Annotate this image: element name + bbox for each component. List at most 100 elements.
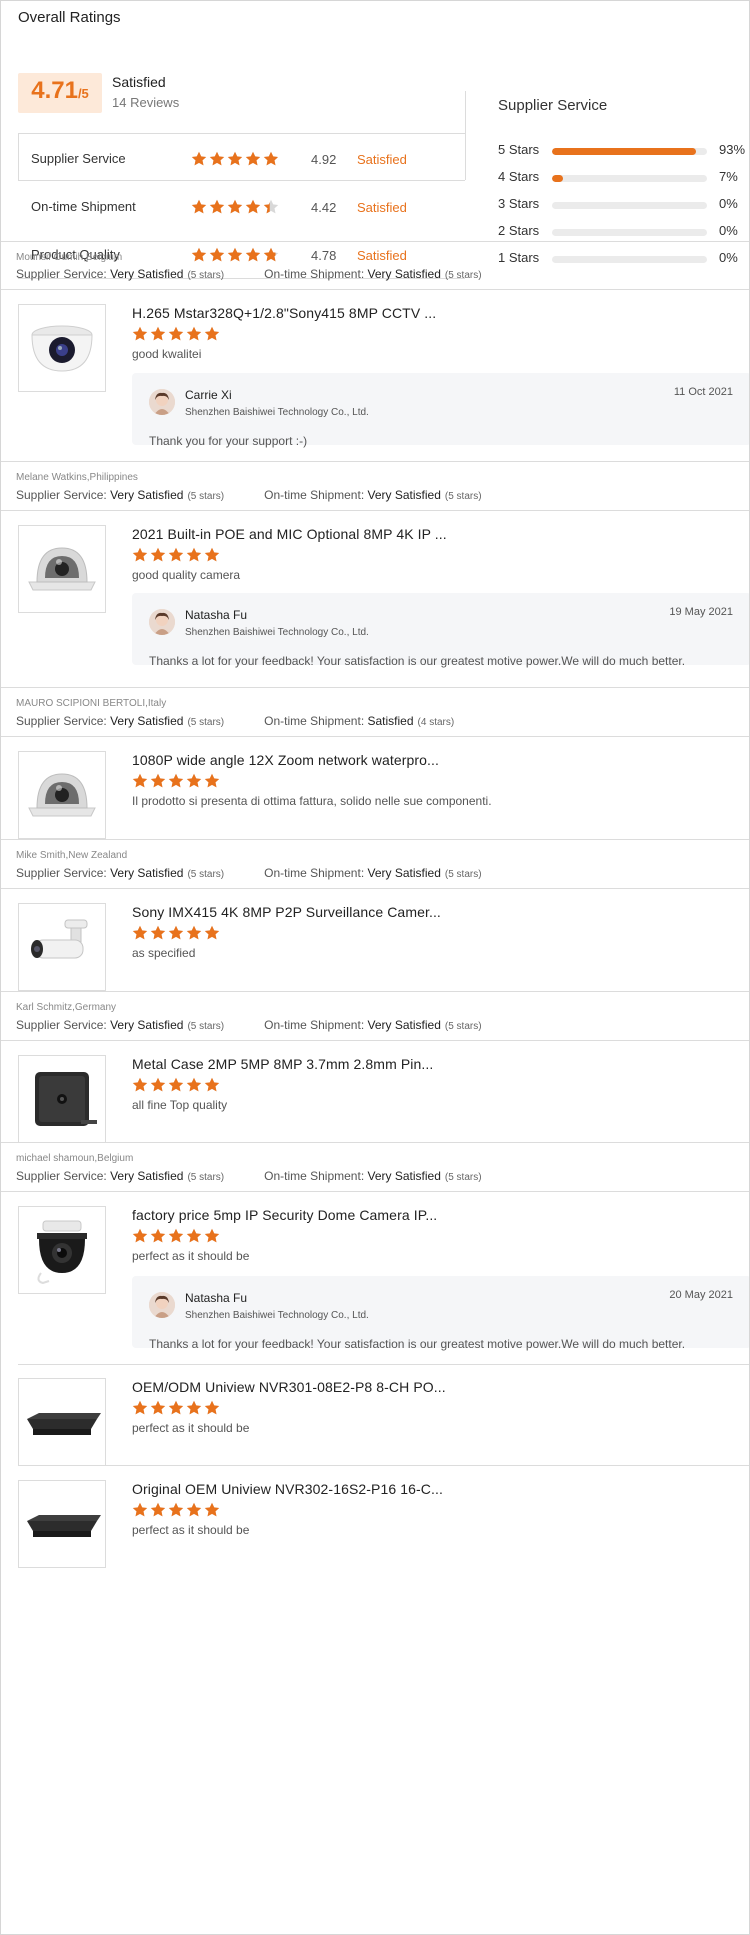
reply-company: Shenzhen Baishiwei Technology Co., Ltd. [185,1310,369,1321]
product-name-link[interactable]: OEM/ODM Uniview NVR301-08E2-P8 8-CH PO..… [132,1379,446,1395]
review-divider [1,241,749,242]
product-thumbnail[interactable] [18,304,106,392]
star-icon [191,151,207,167]
ontime-shipment-label: On-time Shipment: [264,714,365,728]
star-icon [168,326,184,342]
product-name-link[interactable]: Sony IMX415 4K 8MP P2P Surveillance Came… [132,904,441,920]
reply-author: Natasha Fu [185,608,248,622]
star-bar-track [552,229,707,236]
product-thumbnail[interactable] [18,903,106,991]
reply-date: 20 May 2021 [669,1289,733,1301]
star-icon [263,151,279,167]
ontime-shipment-stars: (5 stars) [444,491,482,502]
star-icon [186,1077,202,1093]
product-rating [132,1400,220,1419]
divider [465,91,466,133]
star-icon [168,1228,184,1244]
review-divider [1,839,749,840]
product-divider [18,1364,749,1365]
sub-rating-name: On-time Shipment [31,199,136,214]
reviewer-name: Mike Smith,New Zealand [16,850,128,861]
product-name-link[interactable]: Original OEM Uniview NVR302-16S2-P16 16-… [132,1481,443,1497]
star-bar-track [552,175,707,182]
star-icon [263,199,279,215]
reply-author: Carrie Xi [185,388,232,402]
product-name-link[interactable]: Metal Case 2MP 5MP 8MP 3.7mm 2.8mm Pin..… [132,1056,433,1072]
product-rating [132,925,220,944]
star-bar-fill [552,175,563,182]
star-icon [245,199,261,215]
sub-rating-row: Supplier Service 4.92 Satisfied [31,150,461,170]
supplier-service-stars: (5 stars) [187,491,225,502]
ontime-shipment-stars: (5 stars) [444,1172,482,1183]
reviewer-name: Karl Schmitz,Germany [16,1002,117,1013]
supplier-service-rating: Very Satisfied [110,1169,184,1183]
product-name-link[interactable]: H.265 Mstar328Q+1/2.8"Sony415 8MP CCTV .… [132,305,436,321]
star-rating [132,1077,220,1093]
review-service-ratings: Supplier Service: Very Satisfied (5 stars… [16,866,482,880]
ontime-shipment-rating: Very Satisfied [367,1169,441,1183]
product-rating [132,547,220,566]
review-divider [1,1142,749,1143]
ontime-shipment-rating: Very Satisfied [367,1018,441,1032]
product-name-link[interactable]: 1080P wide angle 12X Zoom network waterp… [132,752,439,768]
product-thumbnail[interactable] [18,751,106,839]
supplier-reply: Natasha Fu Shenzhen Baishiwei Technology … [132,1276,749,1351]
review-comment: perfect as it should be [132,1523,250,1537]
sub-rating-value: 4.78 [311,248,337,263]
star-icon [204,547,220,563]
star-rating [132,326,220,342]
product-thumbnail[interactable] [18,1055,106,1143]
star-icon [168,925,184,941]
star-icon [150,1077,166,1093]
star-icon [227,199,243,215]
review-divider [1,461,749,462]
supplier-service-stars: (5 stars) [187,869,225,880]
review-divider [1,736,749,737]
supplier-service-rating: Very Satisfied [110,866,184,880]
supplier-service-title: Supplier Service [498,97,608,114]
avatar [149,389,175,415]
reply-text: Thanks a lot for your feedback! Your sat… [149,654,686,668]
reply-date: 11 Oct 2021 [673,386,733,398]
sub-rating-status: Satisfied [357,200,407,215]
product-rating [132,1502,220,1521]
star-icon [132,925,148,941]
supplier-service-label: Supplier Service: [16,267,107,281]
supplier-service-label: Supplier Service: [16,714,107,728]
ontime-shipment-rating: Satisfied [367,714,414,728]
product-thumbnail[interactable] [18,1480,106,1568]
star-icon [204,1228,220,1244]
page-title: Overall Ratings [18,9,121,26]
star-icon [150,1228,166,1244]
sub-rating-status: Satisfied [357,152,407,167]
sub-rating-stars [191,151,279,170]
product-thumbnail[interactable] [18,1206,106,1294]
review-divider [1,510,749,511]
review-divider [1,687,749,688]
ontime-shipment-stars: (5 stars) [444,270,482,281]
supplier-reply: Natasha Fu Shenzhen Baishiwei Technology … [132,593,749,668]
supplier-service-label: Supplier Service: [16,488,107,502]
star-icon [186,1228,202,1244]
review-count: 14 Reviews [112,95,180,110]
reply-text: Thank you for your support :-) [149,434,308,448]
star-icon [168,1077,184,1093]
star-rating [132,1400,220,1416]
star-icon [263,247,279,263]
reply-text: Thanks a lot for your feedback! Your sat… [149,1337,686,1351]
product-name-link[interactable]: factory price 5mp IP Security Dome Camer… [132,1207,437,1223]
supplier-service-rating: Very Satisfied [110,1018,184,1032]
product-thumbnail[interactable] [18,1378,106,1466]
review-service-ratings: Supplier Service: Very Satisfied (5 stars… [16,488,482,502]
star-bar-label: 1 Stars [498,250,540,265]
ontime-shipment-label: On-time Shipment: [264,267,365,281]
sub-rating-status: Satisfied [357,248,407,263]
star-icon [204,326,220,342]
sub-rating-stars [191,199,279,218]
star-icon [132,1228,148,1244]
reply-date: 19 May 2021 [669,606,733,618]
overall-label: Satisfied [112,74,166,90]
product-name-link[interactable]: 2021 Built-in POE and MIC Optional 8MP 4… [132,526,447,542]
product-thumbnail[interactable] [18,525,106,613]
